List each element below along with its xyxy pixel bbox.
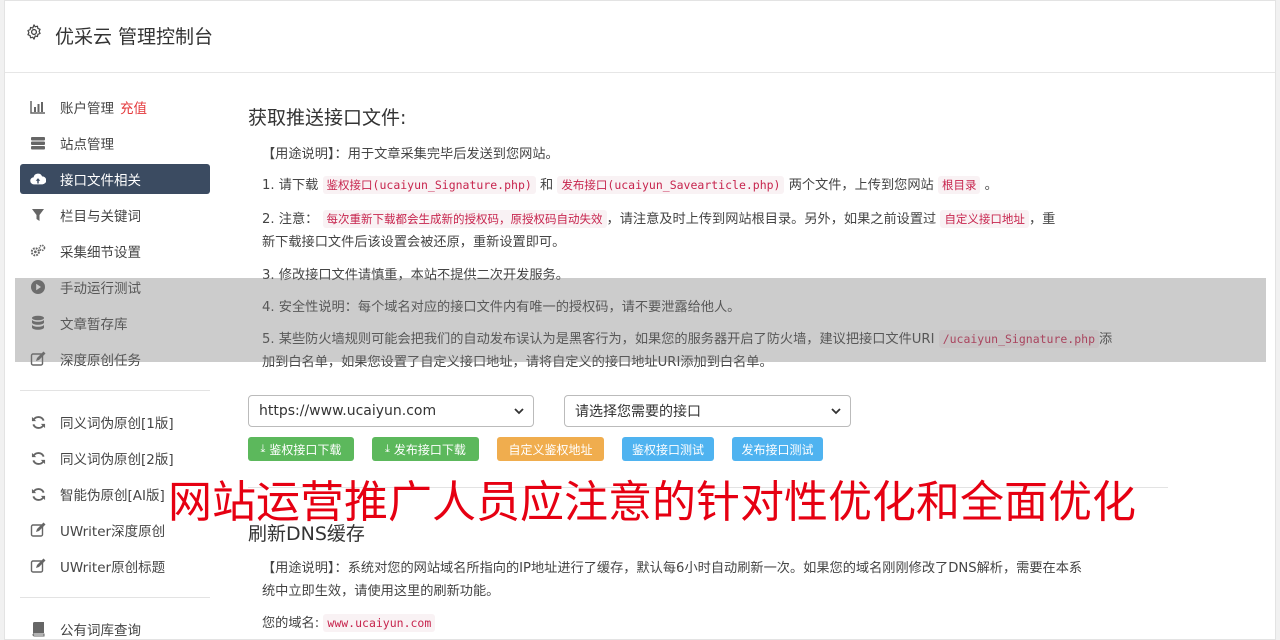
domain-value: www.ucaiyun.com [323,614,436,632]
custom-signature-url-button[interactable]: 自定义鉴权地址 [497,437,604,461]
sidebar-item-label: 接口文件相关 [60,173,141,189]
button-label: 鉴权接口测试 [631,442,704,457]
text: 和 [540,178,554,193]
sidebar-item-sites[interactable]: 站点管理 [20,128,210,158]
chevron-down-icon [831,408,841,415]
warning-code: 每次重新下载都会生成新的授权码，原授权码自动失效 [322,210,607,228]
api-select[interactable]: 请选择您需要的接口 [564,395,851,427]
sidebar-item-label: 栏目与关键词 [60,209,141,225]
api-select-value: 请选择您需要的接口 [575,404,701,420]
domain-row: 您的域名: www.ucaiyun.com [262,612,1152,635]
sidebar-item-public-lexicon[interactable]: 公有词库查询 [20,614,210,640]
custom-api-code: 自定义接口地址 [940,210,1029,228]
usage-note: 【用途说明】：用于文章采集完毕后发送到您网站。 [262,147,559,162]
button-label: 发布接口下载 [393,442,466,457]
button-label: 自定义鉴权地址 [508,442,593,457]
sidebar-divider [20,597,210,598]
test-publish-button[interactable]: 发布接口测试 [732,437,823,461]
gray-overlay-band [15,278,1266,362]
dns-usage-note: 【用途说明】：系统对您的网站域名所指向的IP地址进行了缓存，默认每6小时自动刷新… [262,557,1152,603]
download-icon: ⤓ [260,442,266,455]
test-signature-button[interactable]: 鉴权接口测试 [622,437,714,461]
domain-label: 您的域名: [262,616,320,631]
text: ，重 [1028,212,1056,227]
sidebar-item-label: UWriter原创标题 [60,560,166,576]
refresh-icon [30,486,46,502]
sidebar-item-synonym-v2[interactable]: 同义词伪原创[2版] [20,443,210,473]
edit-icon [30,522,46,538]
sidebar-item-label: UWriter深度原创 [60,524,166,540]
sidebar-item-api-files[interactable]: 接口文件相关 [20,164,210,194]
cloud-upload-icon [30,171,46,187]
refresh-icon [30,450,46,466]
section-title-api-files: 获取推送接口文件: [248,107,407,129]
sidebar-item-label: 站点管理 [60,137,114,153]
text: 2. 注意： [262,212,319,227]
sidebar-item-label: 公有词库查询 [60,623,141,639]
button-label: 发布接口测试 [741,442,814,457]
refresh-icon [30,414,46,430]
recharge-link[interactable]: 充值 [120,97,147,117]
header-bar: 优采云 管理控制台 [5,1,1275,73]
chevron-down-icon [514,408,524,415]
download-publish-button[interactable]: ⤓ 发布接口下载 [372,437,479,461]
root-dir-code: 根目录 [937,176,981,194]
savearticle-file-code: 发布接口(ucaiyun_Savearticle.php) [557,176,785,194]
instruction-2: 2. 注意： 每次重新下载都会生成新的授权码，原授权码自动失效 ，请注意及时上传到… [262,208,1152,254]
bar-chart-icon [30,99,46,115]
sidebar-item-columns-keywords[interactable]: 栏目与关键词 [20,200,210,230]
server-icon [30,135,46,151]
page-title: 优采云 管理控制台 [55,26,214,48]
text: ，请注意及时上传到网站根目录。另外，如果之前设置过 [606,212,937,227]
download-signature-button[interactable]: ⤓ 鉴权接口下载 [248,437,354,461]
sidebar-item-label: 同义词伪原创[1版] [60,416,174,432]
text: 两个文件，上传到您网站 [788,178,934,193]
sidebar-item-label: 智能伪原创[AI版] [60,488,165,504]
sidebar-divider [20,390,210,391]
signature-file-code: 鉴权接口(ucaiyun_Signature.php) [322,176,536,194]
sidebar-item-label: 采集细节设置 [60,245,141,261]
watermark-banner: 网站运营推广人员应注意的针对性优化和全面优化 [168,477,1136,528]
gear-icon [27,24,41,40]
sidebar-item-account[interactable]: 账户管理 充值 [20,92,210,122]
edit-icon [30,558,46,574]
filter-icon [30,207,46,223]
sidebar-item-uwriter-title[interactable]: UWriter原创标题 [20,551,210,581]
text: 。 [984,178,998,193]
book-icon [30,621,46,637]
site-select[interactable]: https://www.ucaiyun.com [248,395,534,427]
site-select-value: https://www.ucaiyun.com [259,403,437,419]
button-label: 鉴权接口下载 [269,442,342,457]
sidebar: 账户管理 充值 站点管理 接口文件相关 栏目与关键词 采集细节设置 手动运行测试 [20,92,210,640]
sidebar-item-synonym-v1[interactable]: 同义词伪原创[1版] [20,407,210,437]
text: 统中立即生效，请使用这里的刷新功能。 [262,584,500,599]
download-icon: ⤓ [385,442,390,455]
text: 【用途说明】：系统对您的网站域名所指向的IP地址进行了缓存，默认每6小时自动刷新… [262,561,1083,576]
sidebar-item-collect-settings[interactable]: 采集细节设置 [20,236,210,266]
sidebar-item-label: 同义词伪原创[2版] [60,452,174,468]
instruction-1: 1. 请下载 鉴权接口(ucaiyun_Signature.php) 和 发布接… [262,174,1152,197]
sidebar-item-label: 账户管理 [60,101,114,117]
cogs-icon [30,243,46,259]
text: 新下载接口文件后该设置会被还原，重新设置即可。 [262,235,566,250]
text: 1. 请下载 [262,178,319,193]
